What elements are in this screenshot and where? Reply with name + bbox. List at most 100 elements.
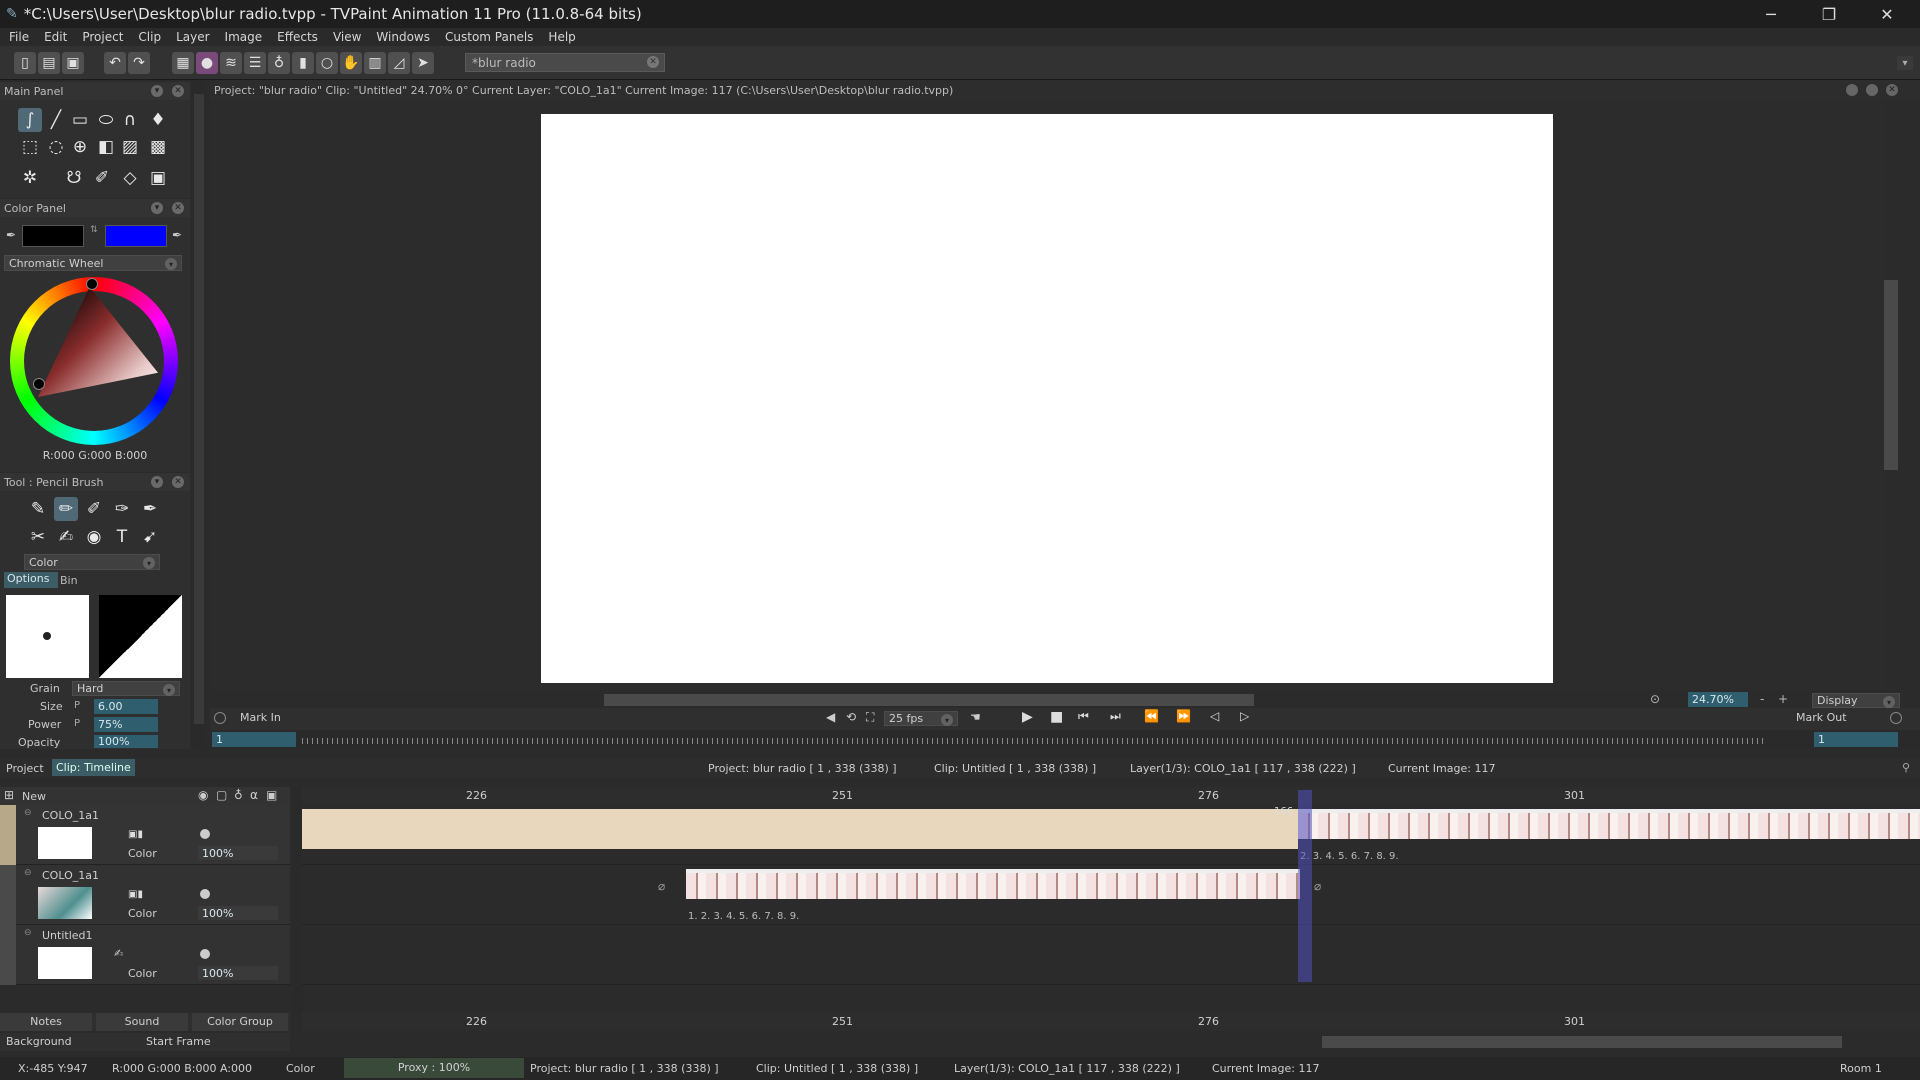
swap-colors-icon[interactable]: ⇅ — [88, 225, 100, 247]
next-frame-icon[interactable]: ⏩ — [1176, 709, 1191, 723]
power-field[interactable]: 75% — [94, 717, 158, 732]
fill-tool-icon[interactable]: ♦ — [146, 108, 170, 132]
camera-icon[interactable]: ▦ — [172, 52, 194, 74]
new-file-icon[interactable]: ▯ — [14, 52, 36, 74]
timeline-ruler-bottom[interactable]: 226 251 276 301 — [302, 1013, 1920, 1031]
save-icon[interactable]: ▣ — [62, 52, 84, 74]
layer-opacity[interactable]: 100% — [198, 846, 278, 860]
chromatic-wheel[interactable] — [10, 277, 178, 445]
warp-brush-icon[interactable]: ➹ — [138, 525, 162, 549]
visibility-dot[interactable] — [200, 829, 210, 839]
step-back-icon[interactable]: ◁ — [1210, 709, 1219, 723]
menu-custom-panels[interactable]: Custom Panels — [445, 30, 533, 44]
selection-rect-icon[interactable]: ⬚ — [18, 135, 42, 159]
timeline-scrollbar[interactable] — [1322, 1036, 1842, 1048]
panel-close-icon[interactable]: ✕ — [172, 85, 184, 97]
tab-sound[interactable]: Sound — [96, 1013, 188, 1031]
project-search-input[interactable] — [465, 53, 665, 72]
stop-icon[interactable]: ■ — [1050, 709, 1063, 725]
pin-icon[interactable]: ⚲ — [1902, 761, 1910, 774]
pencil-brush-icon[interactable]: ✏ — [54, 497, 78, 521]
ruler-icon[interactable]: ▮ — [292, 52, 314, 74]
eye-icon[interactable]: ◉ — [198, 788, 208, 802]
blur-brush-icon[interactable]: ✍ — [54, 525, 78, 549]
histogram-icon[interactable]: ▥ — [364, 52, 386, 74]
eraser-icon[interactable]: ◇ — [118, 166, 142, 190]
new-layer-icon[interactable]: ⊞ — [4, 788, 14, 802]
start-frame-label[interactable]: Start Frame — [146, 1035, 211, 1048]
display-dropdown[interactable]: Display ▾ — [1812, 693, 1900, 708]
zoom-in-icon[interactable]: + — [1778, 692, 1788, 706]
layer-blend-mode[interactable]: Color — [128, 847, 157, 860]
zoom-field[interactable]: 24.70% — [1688, 692, 1748, 707]
zoom-icon[interactable]: ○ — [316, 52, 338, 74]
power-pressure-toggle[interactable]: P — [74, 718, 80, 729]
grain-dropdown[interactable]: Hard ▾ — [72, 681, 180, 696]
open-file-icon[interactable]: ▤ — [38, 52, 60, 74]
play-icon[interactable]: ▶ — [1022, 709, 1033, 725]
layer-row[interactable]: ⊖ COLO_1a1 ▣▮ Color 100% — [0, 805, 290, 865]
zoom-out-icon[interactable]: - — [1760, 692, 1764, 706]
menu-effects[interactable]: Effects — [277, 30, 318, 44]
layer-opacity[interactable]: 100% — [198, 966, 278, 980]
loop-icon[interactable]: ⟲ — [846, 710, 856, 724]
layer-track[interactable] — [302, 925, 1920, 985]
warp-icon[interactable]: ▨ — [118, 135, 142, 159]
left-panel-splitter[interactable] — [192, 80, 206, 750]
primary-color-swatch[interactable] — [22, 225, 84, 247]
smudge-icon[interactable]: ☋ — [62, 166, 86, 190]
zoom-reset-icon[interactable]: ⊙ — [1650, 692, 1660, 706]
redo-icon[interactable]: ↷ — [128, 52, 150, 74]
curve-tool-icon[interactable]: ∩ — [118, 108, 142, 132]
panel-collapse-icon[interactable]: ▾ — [151, 202, 163, 214]
lock-icon[interactable]: ▢ — [216, 788, 227, 802]
light-table-icon[interactable]: ♁ — [268, 52, 290, 74]
menu-windows[interactable]: Windows — [376, 30, 430, 44]
tab-clip-timeline[interactable]: Clip: Timeline — [52, 759, 135, 776]
layer-row[interactable]: ⊖ Untitled1 ✍ Color 100% — [0, 925, 290, 985]
panel-collapse-icon[interactable]: ▾ — [151, 85, 163, 97]
maximize-button[interactable]: ❐ — [1800, 0, 1858, 28]
mark-in-toggle-icon[interactable] — [214, 712, 226, 724]
tab-notes[interactable]: Notes — [0, 1013, 92, 1031]
shuttle-icon[interactable]: ☚ — [970, 710, 981, 724]
visibility-dot[interactable] — [200, 889, 210, 899]
collapse-icon[interactable]: ⊖ — [24, 928, 32, 938]
view-close-icon[interactable]: ✕ — [1886, 84, 1898, 96]
frame-thumbnails[interactable] — [1298, 809, 1920, 839]
menu-file[interactable]: File — [9, 30, 29, 44]
graph-icon[interactable]: ◿ — [388, 52, 410, 74]
crop-icon[interactable]: ◧ — [94, 135, 118, 159]
menu-view[interactable]: View — [333, 30, 361, 44]
hue-handle[interactable] — [86, 278, 98, 290]
new-layer-label[interactable]: New — [22, 790, 46, 803]
step-forward-icon[interactable]: ▷ — [1240, 709, 1249, 723]
fps-dropdown[interactable]: 25 fps ▾ — [884, 711, 958, 726]
knife-brush-icon[interactable]: ✂ — [26, 525, 50, 549]
last-frame-icon[interactable]: ⏭ — [1110, 709, 1121, 724]
paint-icon[interactable]: ✍ — [114, 947, 123, 960]
color-handle[interactable] — [33, 378, 45, 390]
stack-icon[interactable]: ☰ — [244, 52, 266, 74]
secondary-color-swatch[interactable] — [105, 225, 167, 247]
layer-track[interactable]: ⌀ ⌀ 1. 2. 3. 4. 5. 6. 7. 8. 9. — [302, 865, 1920, 925]
drop-brush-icon[interactable]: ◉ — [82, 525, 106, 549]
layer-blend-mode[interactable]: Color — [128, 967, 157, 980]
tab-project[interactable]: Project — [6, 762, 44, 775]
background-label[interactable]: Background — [6, 1035, 72, 1048]
menu-layer[interactable]: Layer — [176, 30, 209, 44]
tab-color-group[interactable]: Color Group — [192, 1013, 288, 1031]
end-frame-field[interactable]: 1 — [1814, 732, 1898, 747]
close-button[interactable]: ✕ — [1858, 0, 1916, 28]
proxy-status[interactable]: Proxy : 100% — [344, 1058, 524, 1078]
size-field[interactable]: 6.00 — [94, 699, 158, 714]
eyedropper-icon[interactable]: ✒ — [172, 228, 182, 242]
size-pressure-toggle[interactable]: P — [74, 700, 80, 711]
fullscreen-icon[interactable]: ⛶ — [866, 710, 874, 725]
line-tool-icon[interactable]: ╱ — [44, 108, 68, 132]
chalk-brush-icon[interactable]: ✑ — [110, 497, 134, 521]
post-behavior-icon[interactable]: ⌀ — [1314, 879, 1321, 893]
light-table-icon[interactable]: ♁ — [234, 788, 243, 802]
frame-thumbnails[interactable] — [686, 869, 1300, 899]
undo-icon[interactable]: ↶ — [104, 52, 126, 74]
